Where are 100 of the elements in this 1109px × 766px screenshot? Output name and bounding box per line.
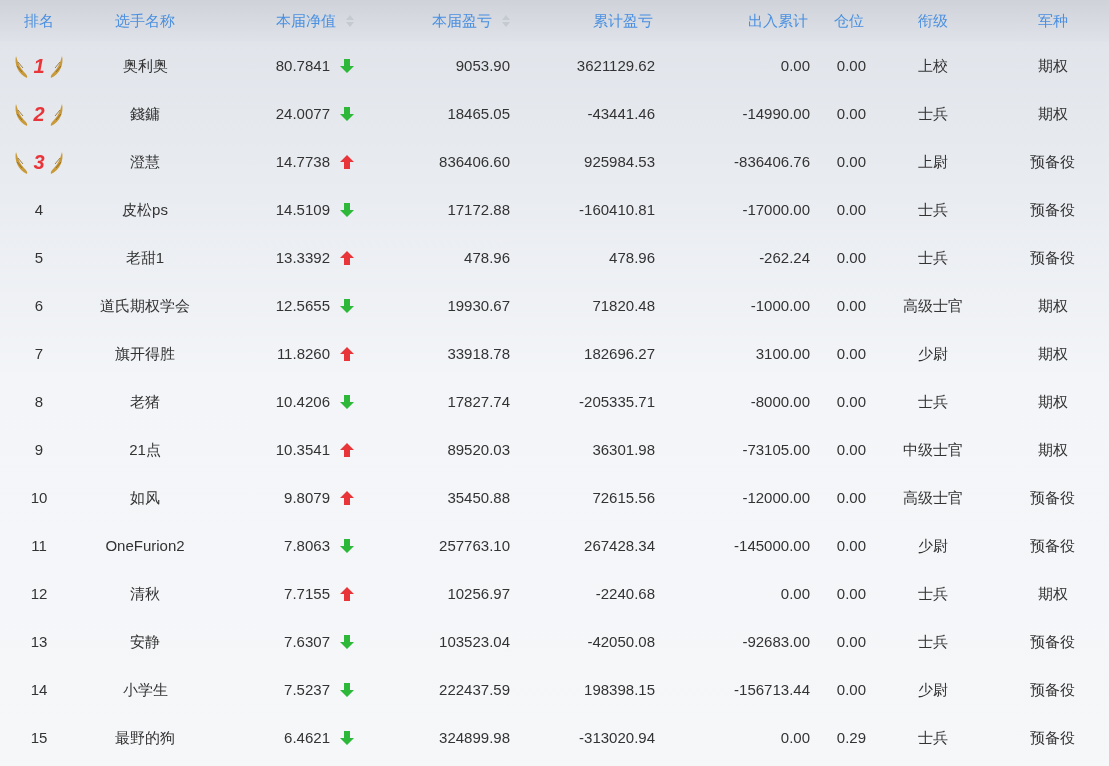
position-value: 0.00 bbox=[836, 535, 866, 556]
rank-number: 12 bbox=[30, 583, 48, 604]
column-header: 排名 bbox=[24, 10, 54, 31]
rank-number: 7 bbox=[34, 343, 44, 364]
position-value: 0.00 bbox=[836, 151, 866, 172]
rank-title: 士兵 bbox=[918, 727, 948, 748]
player-name: 最野的狗 bbox=[115, 727, 175, 748]
player-name: 清秋 bbox=[130, 583, 160, 604]
rank-title: 少尉 bbox=[918, 679, 948, 700]
net-value: 10.4206 bbox=[275, 391, 330, 412]
net-value: 9.8079 bbox=[284, 487, 330, 508]
player-name: 奥利奥 bbox=[122, 55, 168, 76]
rank-number: 13 bbox=[30, 631, 48, 652]
branch-name: 预备役 bbox=[1030, 679, 1075, 700]
total-profit: 36301.98 bbox=[592, 439, 655, 460]
total-profit: 478.96 bbox=[609, 247, 655, 268]
branch-name: 预备役 bbox=[1030, 631, 1075, 652]
rank-title: 上尉 bbox=[918, 151, 948, 172]
branch-name: 期权 bbox=[1037, 583, 1068, 604]
position-value: 0.00 bbox=[836, 487, 866, 508]
period-profit: 89520.03 bbox=[447, 439, 510, 460]
branch-name: 预备役 bbox=[1030, 727, 1075, 748]
branch-name: 预备役 bbox=[1030, 247, 1075, 268]
cash-flow: -17000.00 bbox=[742, 199, 810, 220]
rank-number: 10 bbox=[30, 487, 48, 508]
player-name: 安静 bbox=[130, 631, 160, 652]
rank-title: 少尉 bbox=[918, 535, 948, 556]
total-profit: 3621129.62 bbox=[576, 55, 655, 76]
cash-flow: -145000.00 bbox=[734, 535, 810, 556]
period-profit: 18465.05 bbox=[447, 103, 510, 124]
total-profit: 71820.48 bbox=[592, 295, 655, 316]
rank-number: 1 bbox=[33, 54, 45, 79]
position-value: 0.00 bbox=[836, 295, 866, 316]
period-profit: 33918.78 bbox=[447, 343, 510, 364]
player-name: 老甜1 bbox=[125, 247, 165, 268]
column-header: 军种 bbox=[1037, 10, 1068, 31]
rank-number: 14 bbox=[30, 679, 48, 700]
rank-title: 士兵 bbox=[918, 103, 948, 124]
rank-number: 8 bbox=[34, 391, 44, 412]
net-value: 13.3392 bbox=[275, 247, 330, 268]
total-profit: -2240.68 bbox=[595, 583, 655, 604]
position-value: 0.00 bbox=[836, 679, 866, 700]
column-header: 仓位 bbox=[834, 10, 864, 31]
branch-name: 预备役 bbox=[1030, 151, 1075, 172]
player-name: 旗开得胜 bbox=[115, 343, 175, 364]
branch-name: 期权 bbox=[1037, 55, 1068, 76]
branch-name: 期权 bbox=[1037, 103, 1068, 124]
cash-flow: -73105.00 bbox=[742, 439, 810, 460]
cash-flow: 3100.00 bbox=[755, 343, 810, 364]
rank-number: 15 bbox=[30, 727, 48, 748]
cash-flow: 0.00 bbox=[780, 55, 810, 76]
net-value: 7.6307 bbox=[284, 631, 330, 652]
period-profit: 103523.04 bbox=[439, 631, 510, 652]
player-name: 老猪 bbox=[130, 391, 160, 412]
position-value: 0.00 bbox=[836, 199, 866, 220]
total-profit: 198398.15 bbox=[584, 679, 655, 700]
rank-title: 士兵 bbox=[918, 631, 948, 652]
column-header: 衔级 bbox=[918, 10, 948, 31]
total-profit: -42050.08 bbox=[587, 631, 655, 652]
period-profit: 17172.88 bbox=[447, 199, 510, 220]
rank-title: 中级士官 bbox=[903, 439, 963, 460]
rank-title: 士兵 bbox=[918, 247, 948, 268]
column-header[interactable]: 本届盈亏 bbox=[432, 9, 492, 33]
position-value: 0.00 bbox=[836, 247, 866, 268]
total-profit: -205335.71 bbox=[579, 391, 655, 412]
net-value: 7.5237 bbox=[284, 679, 330, 700]
net-value: 12.5655 bbox=[275, 295, 330, 316]
position-value: 0.00 bbox=[836, 631, 866, 652]
position-value: 0.00 bbox=[836, 103, 866, 124]
player-name: 澄慧 bbox=[130, 151, 160, 172]
rank-title: 上校 bbox=[918, 55, 948, 76]
period-profit: 17827.74 bbox=[447, 391, 510, 412]
rank-title: 士兵 bbox=[918, 199, 948, 220]
branch-name: 预备役 bbox=[1030, 535, 1075, 556]
position-value: 0.00 bbox=[836, 391, 866, 412]
branch-name: 预备役 bbox=[1030, 199, 1075, 220]
rank-number: 4 bbox=[34, 199, 44, 220]
rank-title: 少尉 bbox=[918, 343, 948, 364]
net-value: 11.8260 bbox=[276, 343, 330, 364]
net-value: 24.0077 bbox=[275, 103, 330, 124]
cash-flow: -1000.00 bbox=[750, 295, 810, 316]
cash-flow: 0.00 bbox=[780, 727, 810, 748]
net-value: 80.7841 bbox=[275, 55, 330, 76]
rank-number: 2 bbox=[33, 102, 45, 127]
total-profit: 925984.53 bbox=[584, 151, 655, 172]
rank-number: 6 bbox=[34, 295, 44, 316]
cash-flow: 0.00 bbox=[780, 583, 810, 604]
rank-number: 5 bbox=[34, 247, 44, 268]
period-profit: 19930.67 bbox=[447, 295, 510, 316]
cash-flow: -156713.44 bbox=[734, 679, 810, 700]
column-header[interactable]: 本届净值 bbox=[276, 9, 336, 33]
period-profit: 836406.60 bbox=[439, 151, 510, 172]
rank-title: 士兵 bbox=[918, 391, 948, 412]
column-header: 选手名称 bbox=[115, 10, 175, 31]
branch-name: 期权 bbox=[1037, 391, 1068, 412]
net-value: 14.5109 bbox=[275, 199, 330, 220]
cash-flow: -262.24 bbox=[759, 247, 810, 268]
net-value: 14.7738 bbox=[275, 151, 330, 172]
total-profit: 182696.27 bbox=[584, 343, 655, 364]
period-profit: 10256.97 bbox=[447, 583, 510, 604]
